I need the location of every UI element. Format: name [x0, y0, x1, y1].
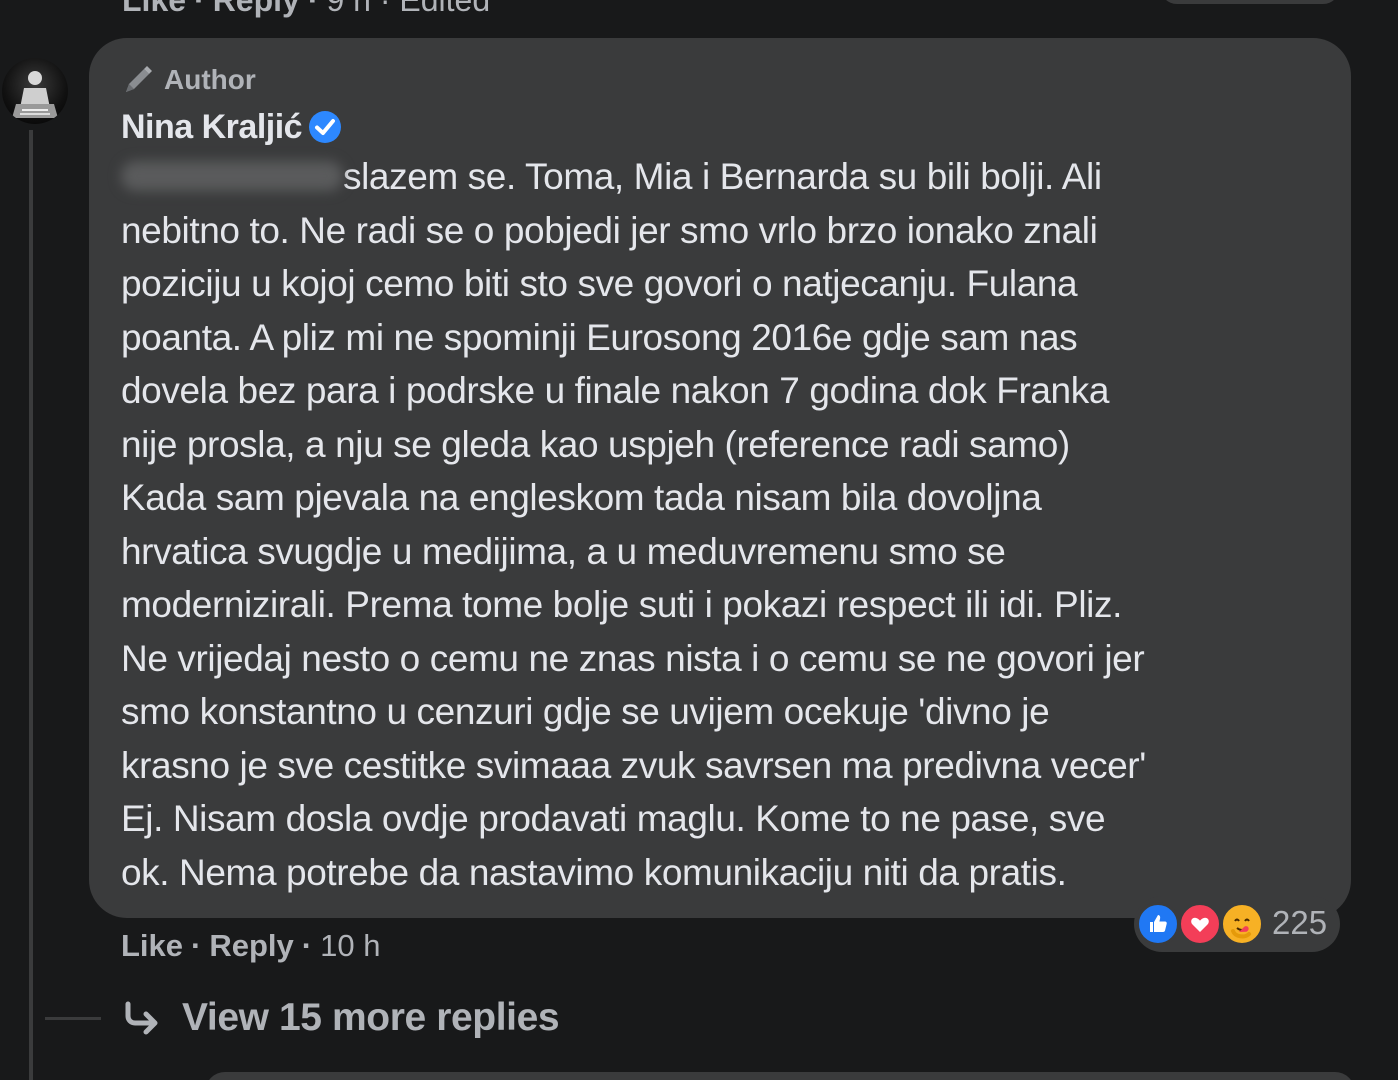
comment-line: poanta. A pliz mi ne spominji Eurosong 2…: [121, 316, 1078, 358]
reply-link[interactable]: Reply: [209, 928, 293, 964]
comment-line: Ej. Nisam dosla ovdje prodavati maglu. K…: [121, 798, 1106, 839]
reaction-count: 225: [1272, 904, 1328, 941]
view-more-replies-button[interactable]: View 15 more replies: [120, 993, 560, 1043]
next-comment-edge: [205, 1072, 1355, 1080]
comment-line: smo konstantno u cenzuri gdje se uvijem …: [121, 691, 1050, 732]
thread-line: [29, 130, 33, 1080]
comment-line: nije prosla, a nju se gleda kao uspjeh (…: [121, 423, 1070, 465]
comment-line: Kada sam pjevala na engleskom tada nisam…: [121, 477, 1042, 518]
avatar[interactable]: [2, 58, 68, 124]
blurred-mention[interactable]: [121, 161, 343, 191]
verified-badge-icon: [309, 111, 342, 143]
care-reaction-icon: [1220, 902, 1264, 946]
previous-comment-meta: 9 h · Edited: [326, 0, 491, 18]
reply-arrow-icon: [125, 1001, 158, 1035]
love-reaction-icon: [1178, 902, 1222, 946]
like-reaction-icon: [1136, 902, 1180, 946]
previous-reply-link[interactable]: Reply: [213, 0, 300, 18]
comment-text: slazem se. Toma, Mia i Bernarda su bili …: [121, 150, 1336, 899]
reactions-summary[interactable]: 225: [1134, 896, 1340, 952]
avatar-figure-icon: [12, 71, 58, 118]
comment-line: poziciju u kojoj cemo biti sto sve govor…: [121, 263, 1078, 304]
pencil-icon: [126, 66, 152, 92]
author-name[interactable]: Nina Kraljić: [121, 108, 303, 147]
comment-line: nebitno to. Ne radi se o pobjedi jer smo…: [121, 209, 1098, 251]
previous-like-link[interactable]: Like: [122, 0, 186, 18]
comment-thread: Like · Reply · 9 h · Edited Author Nina Kral…: [0, 0, 1398, 1080]
previous-comment-actions: Like · Reply · 9 h · Edited: [122, 0, 490, 19]
author-badge: Author: [120, 60, 256, 100]
comment-line: krasno je sve cestitke svimaaa zvuk savr…: [121, 744, 1146, 786]
view-more-replies-label: View 15 more replies: [182, 996, 560, 1039]
author-badge-label: Author: [164, 64, 256, 95]
like-link[interactable]: Like: [121, 928, 183, 964]
comment-line: hrvatica svugdje u medijima, a u meduvre…: [121, 530, 1006, 572]
comment-timestamp[interactable]: 10 h: [320, 928, 380, 964]
thread-branch-line: [45, 1017, 101, 1020]
comment-actions: Like · Reply · 10 h: [121, 928, 381, 964]
comment-line: modernizirali. Prema tome bolje suti i p…: [121, 584, 1122, 625]
comment-line: slazem se. Toma, Mia i Bernarda su bili …: [121, 150, 1336, 204]
previous-reactions-pill[interactable]: [1160, 0, 1340, 4]
comment-line: ok. Nema potrebe da nastavimo komunikaci…: [121, 851, 1067, 893]
comment-line: Ne vrijedaj nesto o cemu ne znas nista i…: [121, 637, 1145, 679]
author-name-row: Nina Kraljić: [121, 104, 344, 150]
comment-line: dovela bez para i podrske u finale nakon…: [121, 370, 1110, 411]
